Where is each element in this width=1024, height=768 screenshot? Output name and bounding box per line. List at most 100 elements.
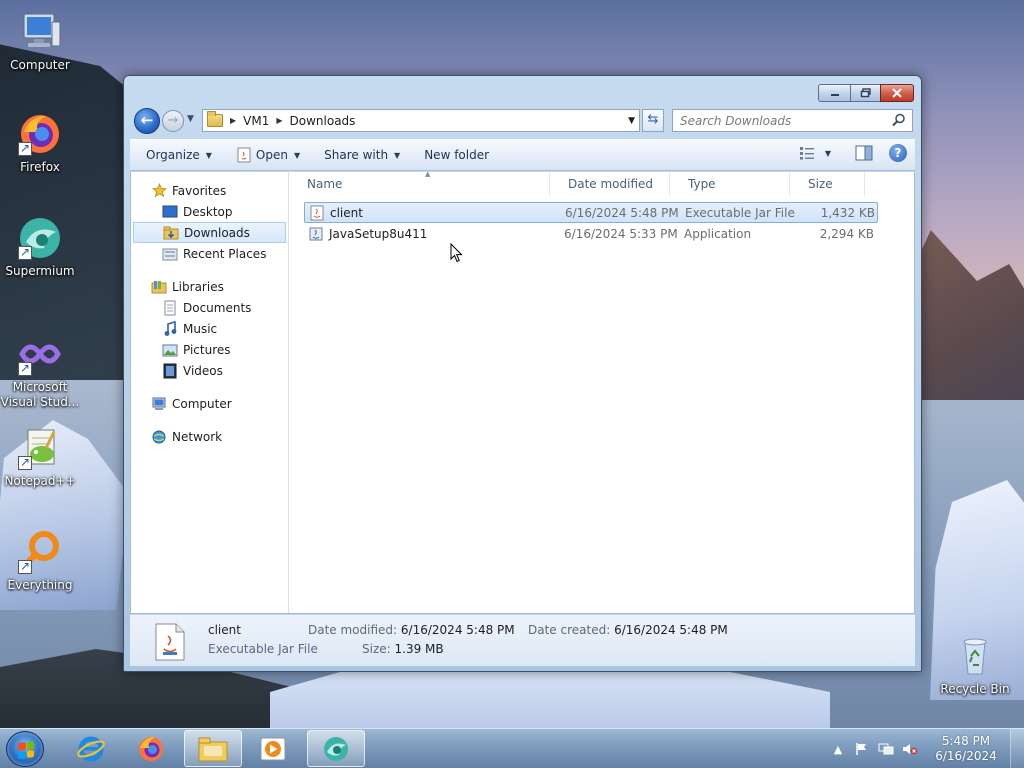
file-row-client[interactable]: client 6/16/2024 5:48 PM Executable Jar … xyxy=(304,202,878,223)
file-row-javasetup[interactable]: JavaSetup8u411 6/16/2024 5:33 PM Applica… xyxy=(304,223,878,244)
column-header-row: ▲ Name Date modified Type Size xyxy=(289,170,914,198)
column-date-modified[interactable]: Date modified xyxy=(550,172,670,196)
recent-pages-dropdown[interactable]: ▼ xyxy=(187,114,194,124)
navigation-pane[interactable]: Favorites Desktop Downloads Recent Place… xyxy=(131,172,289,613)
command-bar: Organize ▼ Open ▼ Share with ▼ New folde… xyxy=(130,139,915,171)
desktop-icon-everything[interactable]: Everything xyxy=(0,528,80,593)
open-button[interactable]: Open ▼ xyxy=(228,143,308,167)
forward-button[interactable]: → xyxy=(162,110,184,132)
organize-button[interactable]: Organize ▼ xyxy=(138,143,220,167)
minimize-button[interactable] xyxy=(818,84,850,102)
start-button[interactable] xyxy=(6,731,44,767)
nav-desktop[interactable]: Desktop xyxy=(131,201,288,222)
nav-label: Recent Places xyxy=(183,246,267,261)
show-desktop-button[interactable] xyxy=(1010,729,1024,768)
taskbar-internet-explorer[interactable] xyxy=(62,730,120,767)
java-file-icon xyxy=(237,147,251,163)
show-hidden-icons-button[interactable]: ▲ xyxy=(830,741,846,757)
refresh-button[interactable]: ⇆ xyxy=(642,109,664,132)
nav-downloads[interactable]: Downloads xyxy=(133,222,286,243)
internet-explorer-icon xyxy=(77,736,105,761)
jar-file-large-icon xyxy=(155,623,185,661)
shortcut-arrow-icon xyxy=(18,455,32,470)
nav-computer[interactable]: Computer xyxy=(131,393,288,414)
nav-label: Pictures xyxy=(183,342,231,357)
file-type: Executable Jar File xyxy=(685,205,795,220)
desktop-icon-label: Microsoft Visual Stud... xyxy=(0,380,80,409)
volume-muted-icon[interactable] xyxy=(902,741,918,757)
nav-videos[interactable]: Videos xyxy=(131,360,288,381)
clock-time: 5:48 PM xyxy=(941,734,991,748)
nav-label: Music xyxy=(183,321,218,336)
nav-documents[interactable]: Documents xyxy=(131,297,288,318)
network-status-icon[interactable] xyxy=(878,741,894,757)
address-row: ← → ▼ ▶ VM1 ▶ Downloads ▼ ⇆ xyxy=(132,107,914,135)
action-center-flag-icon[interactable] xyxy=(854,741,870,757)
minimize-icon xyxy=(830,94,839,96)
desktop-icon-visual-studio[interactable]: Microsoft Visual Stud... xyxy=(0,330,80,410)
taskbar-supermium[interactable] xyxy=(307,730,365,767)
libraries-icon xyxy=(151,279,167,295)
breadcrumb-separator-icon[interactable]: ▶ xyxy=(230,116,236,125)
desktop-icon-computer[interactable]: Computer xyxy=(0,8,80,73)
column-size[interactable]: Size xyxy=(790,172,865,196)
breadcrumb-separator-icon[interactable]: ▶ xyxy=(276,116,282,125)
clock[interactable]: 5:48 PM 6/16/2024 xyxy=(932,734,1000,764)
file-explorer-icon xyxy=(198,737,228,761)
close-button[interactable] xyxy=(880,84,914,102)
restore-icon xyxy=(860,88,871,98)
new-folder-button[interactable]: New folder xyxy=(416,143,497,167)
column-name[interactable]: Name xyxy=(289,172,550,196)
taskbar-media-player[interactable] xyxy=(244,730,302,767)
address-history-dropdown-icon[interactable]: ▼ xyxy=(628,116,635,126)
preview-pane-button[interactable] xyxy=(855,145,873,161)
nav-network[interactable]: Network xyxy=(131,426,288,447)
caption-buttons xyxy=(818,84,914,102)
nav-pictures[interactable]: Pictures xyxy=(131,339,288,360)
explorer-window[interactable]: ← → ▼ ▶ VM1 ▶ Downloads ▼ ⇆ Organize ▼ O… xyxy=(123,75,922,672)
nav-label: Libraries xyxy=(172,279,224,294)
desktop-icon-firefox[interactable]: Firefox xyxy=(0,110,80,175)
file-name: client xyxy=(330,205,363,220)
change-view-button[interactable]: ▼ xyxy=(799,146,831,160)
nav-favorites[interactable]: Favorites xyxy=(131,180,288,201)
taskbar-file-explorer[interactable] xyxy=(184,730,242,767)
taskbar-firefox[interactable] xyxy=(122,730,180,767)
media-player-icon xyxy=(260,737,286,760)
share-with-button[interactable]: Share with ▼ xyxy=(316,143,408,167)
file-date: 6/16/2024 5:33 PM xyxy=(564,226,678,241)
help-button[interactable]: ? xyxy=(889,144,907,162)
recent-places-icon xyxy=(162,246,178,262)
music-icon xyxy=(162,320,178,337)
breadcrumb-vm1[interactable]: VM1 xyxy=(243,114,269,128)
chevron-down-icon: ▼ xyxy=(394,150,401,160)
search-input[interactable] xyxy=(680,113,880,128)
back-arrow-icon: ← xyxy=(140,111,154,129)
desktop-icon-label: Computer xyxy=(10,58,70,72)
desktop-icon-label: Firefox xyxy=(20,160,60,174)
desktop-icon-supermium[interactable]: Supermium xyxy=(0,214,80,279)
column-type[interactable]: Type xyxy=(670,172,790,196)
breadcrumb-downloads[interactable]: Downloads xyxy=(290,114,356,128)
share-with-label: Share with xyxy=(324,148,389,162)
search-icon[interactable] xyxy=(892,113,906,127)
nav-label: Desktop xyxy=(183,204,233,219)
back-button[interactable]: ← xyxy=(134,108,160,134)
desktop-icon-recycle-bin[interactable]: Recycle Bin xyxy=(935,632,1015,697)
nav-recent-places[interactable]: Recent Places xyxy=(131,243,288,264)
file-list[interactable]: ▲ Name Date modified Type Size client 6/… xyxy=(289,170,914,613)
file-date: 6/16/2024 5:48 PM xyxy=(565,205,679,220)
address-bar[interactable]: ▶ VM1 ▶ Downloads ▼ xyxy=(202,109,640,132)
open-label: Open xyxy=(255,148,288,162)
close-icon xyxy=(892,88,902,98)
nav-music[interactable]: Music xyxy=(131,318,288,339)
nav-libraries[interactable]: Libraries xyxy=(131,276,288,297)
videos-icon xyxy=(162,363,178,379)
firefox-icon xyxy=(139,736,163,761)
chevron-down-icon: ▼ xyxy=(205,150,212,160)
desktop-icon-notepadpp[interactable]: Notepad++ xyxy=(0,424,80,489)
search-box[interactable] xyxy=(672,109,913,132)
explorer-body: Favorites Desktop Downloads Recent Place… xyxy=(130,170,915,614)
computer-icon xyxy=(151,396,167,412)
maximize-button[interactable] xyxy=(850,84,880,102)
